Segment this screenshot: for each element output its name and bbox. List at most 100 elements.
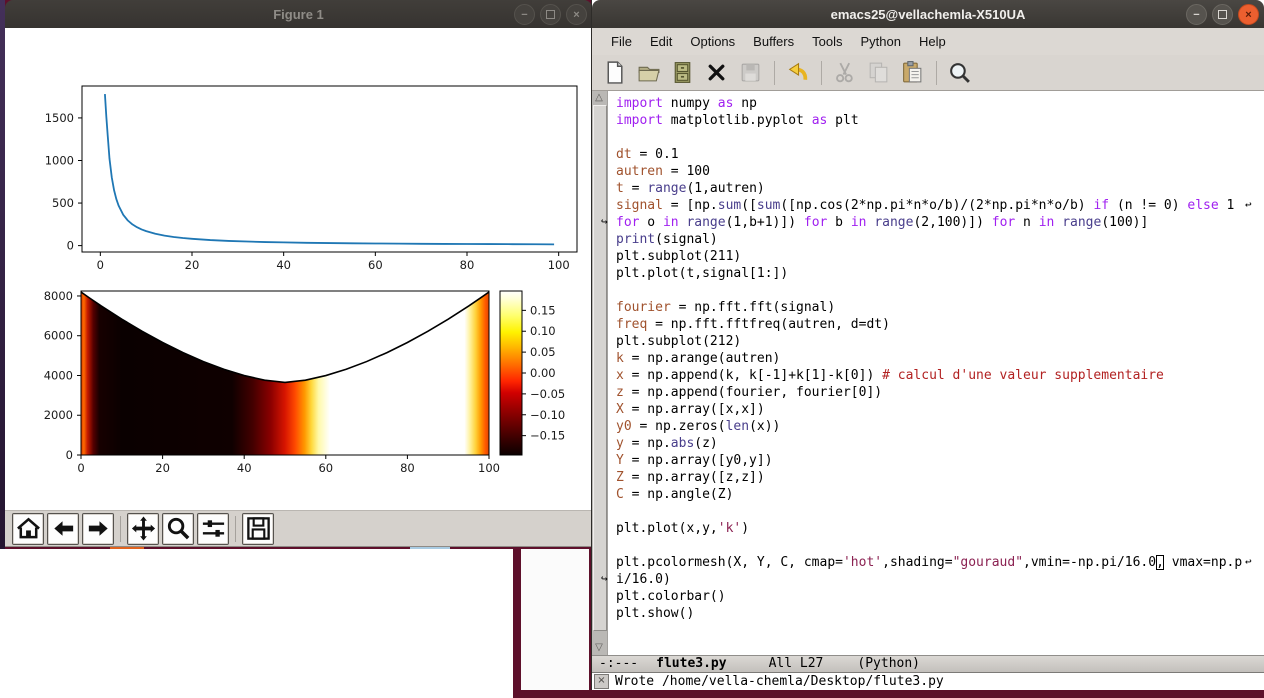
close-icon[interactable]: × (1238, 4, 1259, 25)
minimize-icon[interactable]: − (1186, 4, 1207, 25)
emacs-toolbar (592, 55, 1264, 91)
toolbar-separator (774, 61, 775, 85)
figure-titlebar[interactable]: Figure 1 − × (5, 0, 592, 28)
code-line[interactable]: plt.colorbar() (616, 588, 1242, 605)
background-window-left (0, 549, 513, 698)
code-line[interactable]: plt.subplot(211) (616, 248, 1242, 265)
code-line[interactable]: k = np.arange(autren) (616, 350, 1242, 367)
code-line[interactable]: plt.show() (616, 605, 1242, 622)
code-line[interactable] (616, 129, 1242, 146)
code-line[interactable]: i/16.0)↪ (616, 571, 1242, 588)
code-line[interactable]: freq = np.fft.fftfreq(autren, d=dt) (616, 316, 1242, 333)
code-line[interactable]: z = np.append(fourier, fourier[0]) (616, 384, 1242, 401)
line-wrap-icon: ↩ (1245, 556, 1252, 567)
desktop: Figure 1 − × 020406080100050010001500020… (0, 0, 1264, 698)
svg-text:8000: 8000 (44, 289, 73, 303)
svg-text:1500: 1500 (45, 111, 74, 125)
svg-text:500: 500 (52, 196, 74, 210)
code-line[interactable]: import numpy as np (616, 95, 1242, 112)
svg-text:0: 0 (77, 461, 84, 475)
svg-text:0.10: 0.10 (530, 324, 556, 338)
emacs-minibuffer[interactable]: × Wrote /home/vella-chemla/Desktop/flute… (592, 673, 1264, 690)
new-file-icon[interactable] (601, 59, 628, 86)
menu-help[interactable]: Help (910, 34, 955, 49)
open-folder-icon[interactable] (635, 59, 662, 86)
svg-text:0.15: 0.15 (530, 303, 556, 317)
maximize-icon[interactable] (1212, 4, 1233, 25)
code-line[interactable]: plt.subplot(212) (616, 333, 1242, 350)
code-line[interactable] (616, 282, 1242, 299)
code-editor[interactable]: import numpy as npimport matplotlib.pypl… (616, 95, 1242, 622)
svg-text:80: 80 (460, 258, 475, 272)
menu-tools[interactable]: Tools (803, 34, 851, 49)
modeline-buffer-name: flute3.py (656, 656, 726, 671)
svg-text:0: 0 (97, 258, 104, 272)
scroll-up-icon[interactable]: △ (592, 92, 606, 104)
svg-text:−0.10: −0.10 (530, 408, 565, 422)
line-wrap-icon: ↩ (1245, 199, 1252, 210)
close-icon[interactable]: × (566, 4, 587, 25)
scroll-down-icon[interactable]: ▽ (592, 642, 606, 654)
code-line[interactable]: x = np.append(k, k[-1]+k[1]-k[0]) # calc… (616, 367, 1242, 384)
search-icon[interactable] (946, 59, 973, 86)
minimize-icon[interactable]: − (514, 4, 535, 25)
pan-icon[interactable] (127, 513, 159, 545)
code-line[interactable]: import matplotlib.pyplot as plt (616, 112, 1242, 129)
svg-text:1000: 1000 (45, 153, 74, 167)
save-icon (737, 59, 764, 86)
code-line[interactable]: y0 = np.zeros(len(x)) (616, 418, 1242, 435)
figure-canvas: 0204060801000500100015000204060801000200… (5, 28, 592, 510)
figure-window-title: Figure 1 (273, 7, 324, 22)
code-line[interactable] (616, 537, 1242, 554)
menu-python[interactable]: Python (851, 34, 909, 49)
code-line[interactable]: for o in range(1,b+1)]) for b in range(2… (616, 214, 1242, 231)
back-icon[interactable] (47, 513, 79, 545)
menu-file[interactable]: File (602, 34, 641, 49)
code-line[interactable]: Z = np.array([z,z]) (616, 469, 1242, 486)
svg-text:2000: 2000 (44, 408, 73, 422)
code-line[interactable]: plt.plot(t,signal[1:]) (616, 265, 1242, 282)
toolbar-separator (936, 61, 937, 85)
minibuffer-icon: × (594, 674, 609, 689)
zoom-icon[interactable] (162, 513, 194, 545)
scrollbar[interactable]: △ ▽ (592, 91, 608, 655)
svg-text:100: 100 (548, 258, 570, 272)
menu-buffers[interactable]: Buffers (744, 34, 803, 49)
code-line[interactable] (616, 503, 1242, 520)
code-line[interactable]: Y = np.array([y0,y]) (616, 452, 1242, 469)
emacs-modeline[interactable]: -:---flute3.pyAll L27(Python) (592, 655, 1264, 673)
forward-icon[interactable] (82, 513, 114, 545)
code-line[interactable]: y = np.abs(z) (616, 435, 1242, 452)
svg-text:60: 60 (318, 461, 333, 475)
menu-options[interactable]: Options (681, 34, 744, 49)
code-line[interactable]: dt = 0.1 (616, 146, 1242, 163)
home-icon[interactable] (12, 513, 44, 545)
emacs-titlebar[interactable]: emacs25@vellachemla-X510UA − × (592, 0, 1264, 28)
svg-text:40: 40 (276, 258, 291, 272)
code-line[interactable]: t = range(1,autren) (616, 180, 1242, 197)
scrollbar-thumb[interactable] (593, 105, 607, 631)
menu-edit[interactable]: Edit (641, 34, 681, 49)
svg-text:−0.15: −0.15 (530, 429, 565, 443)
emacs-buffer-area[interactable]: △ ▽ import numpy as npimport matplotlib.… (592, 91, 1264, 655)
line-continuation-icon: ↪ (601, 573, 608, 584)
undo-icon[interactable] (784, 59, 811, 86)
save-icon[interactable] (242, 513, 274, 545)
maximize-icon[interactable] (540, 4, 561, 25)
code-line[interactable]: autren = 100 (616, 163, 1242, 180)
code-line[interactable]: plt.pcolormesh(X, Y, C, cmap='hot',shadi… (616, 554, 1242, 571)
close-buffer-icon[interactable] (703, 59, 730, 86)
code-line[interactable]: print(signal) (616, 231, 1242, 248)
code-line[interactable]: C = np.angle(Z) (616, 486, 1242, 503)
subplots-icon[interactable] (197, 513, 229, 545)
svg-text:0: 0 (66, 448, 73, 462)
matplotlib-toolbar (5, 510, 599, 547)
toolbar-separator (235, 516, 236, 542)
code-line[interactable]: fourier = np.fft.fft(signal) (616, 299, 1242, 316)
code-line[interactable]: X = np.array([x,x]) (616, 401, 1242, 418)
paste-icon[interactable] (899, 59, 926, 86)
dired-cabinet-icon[interactable] (669, 59, 696, 86)
code-line[interactable]: signal = [np.sum([sum([np.cos(2*np.pi*n*… (616, 197, 1242, 214)
figure-plots: 0204060801000500100015000204060801000200… (5, 28, 592, 510)
code-line[interactable]: plt.plot(x,y,'k') (616, 520, 1242, 537)
